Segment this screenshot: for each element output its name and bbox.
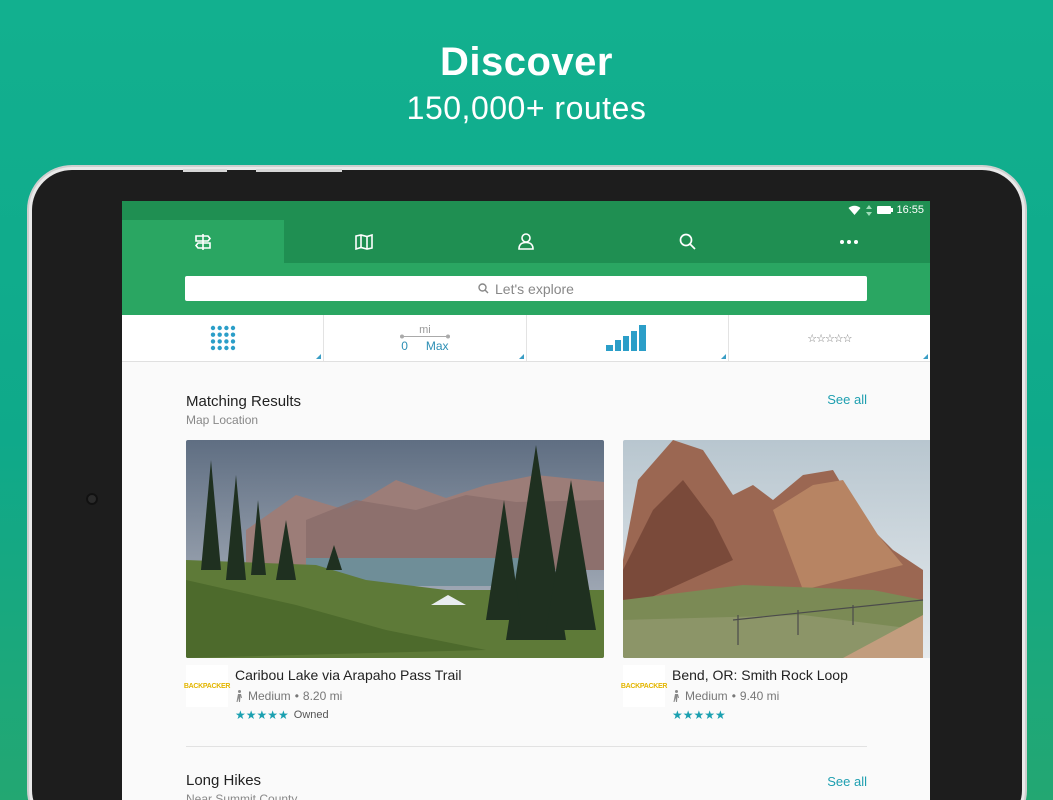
route-photo[interactable] (186, 440, 604, 658)
tab-more[interactable] (768, 220, 930, 263)
battery-icon (877, 206, 894, 214)
section-title: Matching Results (186, 393, 302, 410)
route-card[interactable]: BACKPACKER Bend, OR: Smith Rock Loop Med… (621, 440, 930, 722)
search-zone: Let's explore (122, 263, 930, 315)
route-name[interactable]: Caribou Lake via Arapaho Pass Trail (235, 667, 461, 683)
tab-discover[interactable] (122, 220, 284, 263)
filter-corner-icon (316, 354, 322, 359)
rating-filter-stars: ☆☆☆☆☆ (807, 332, 852, 345)
section-title: Long Hikes (186, 772, 262, 789)
see-all-link[interactable]: See all (827, 774, 867, 789)
search-placeholder: Let's explore (495, 280, 574, 297)
section-subtitle: Near Summit County (186, 792, 298, 800)
tab-bar (122, 220, 930, 263)
signal-icon (866, 204, 873, 216)
route-photo[interactable] (623, 440, 930, 658)
route-card[interactable]: BACKPACKER Caribou Lake via Arapaho Pass… (184, 440, 604, 722)
hiker-icon (673, 690, 679, 702)
route-difficulty: Medium (248, 689, 291, 703)
filter-bar: mi 0 Max ☆☆☆☆☆ (122, 315, 930, 362)
rating-filter[interactable]: ☆☆☆☆☆ (729, 315, 930, 361)
route-name[interactable]: Bend, OR: Smith Rock Loop (672, 667, 848, 683)
promo-title: Discover (440, 40, 613, 84)
filter-corner-icon (720, 354, 726, 359)
results-content: Matching Results Map Location See all BA… (122, 362, 930, 800)
signpost-icon (194, 233, 211, 250)
difficulty-filter[interactable] (527, 315, 729, 361)
magnifier-icon (478, 283, 489, 294)
distance-min: 0 (401, 338, 408, 353)
profile-icon (518, 233, 534, 250)
meta-separator: • (731, 689, 736, 703)
search-input[interactable]: Let's explore (185, 276, 867, 301)
route-distance: 8.20 mi (302, 689, 343, 703)
map-icon (355, 233, 374, 250)
difficulty-bars-icon (606, 325, 647, 351)
route-rating-stars: ★★★★★ (235, 708, 289, 722)
power-button (256, 169, 342, 172)
volume-button (183, 169, 227, 172)
app-screen: 16:55 Let's explore mi 0 Max ☆☆☆☆☆ Match… (122, 201, 930, 800)
wifi-icon (848, 205, 861, 215)
grid-icon (210, 325, 235, 351)
section-subtitle: Map Location (186, 413, 259, 427)
tab-profile[interactable] (445, 220, 607, 263)
filter-corner-icon (518, 354, 524, 359)
search-icon (679, 233, 696, 250)
section-long-hikes: Long Hikes Near Summit County See all (186, 772, 867, 800)
meta-separator: • (294, 689, 299, 703)
promo-subtitle: 150,000+ routes (406, 90, 647, 126)
see-all-link[interactable]: See all (827, 392, 867, 407)
tab-search[interactable] (607, 220, 769, 263)
activity-type-filter[interactable] (122, 315, 325, 361)
hiker-icon (236, 690, 242, 702)
route-distance: 9.40 mi (739, 689, 780, 703)
publisher-logo: BACKPACKER (621, 665, 667, 707)
tab-map[interactable] (284, 220, 446, 263)
section-divider (186, 746, 867, 747)
route-difficulty: Medium (685, 689, 728, 703)
distance-max: Max (425, 338, 449, 353)
status-bar: 16:55 (122, 201, 930, 220)
more-icon (840, 239, 859, 244)
front-camera (86, 493, 98, 505)
owned-badge: Owned (293, 709, 329, 721)
publisher-logo: BACKPACKER (184, 665, 230, 707)
route-rating-stars: ★★★★★ (672, 708, 726, 722)
distance-filter[interactable]: mi 0 Max (324, 315, 527, 361)
status-time: 16:55 (896, 204, 924, 216)
section-matching-results: Matching Results Map Location See all (186, 392, 867, 427)
filter-corner-icon (923, 354, 928, 359)
